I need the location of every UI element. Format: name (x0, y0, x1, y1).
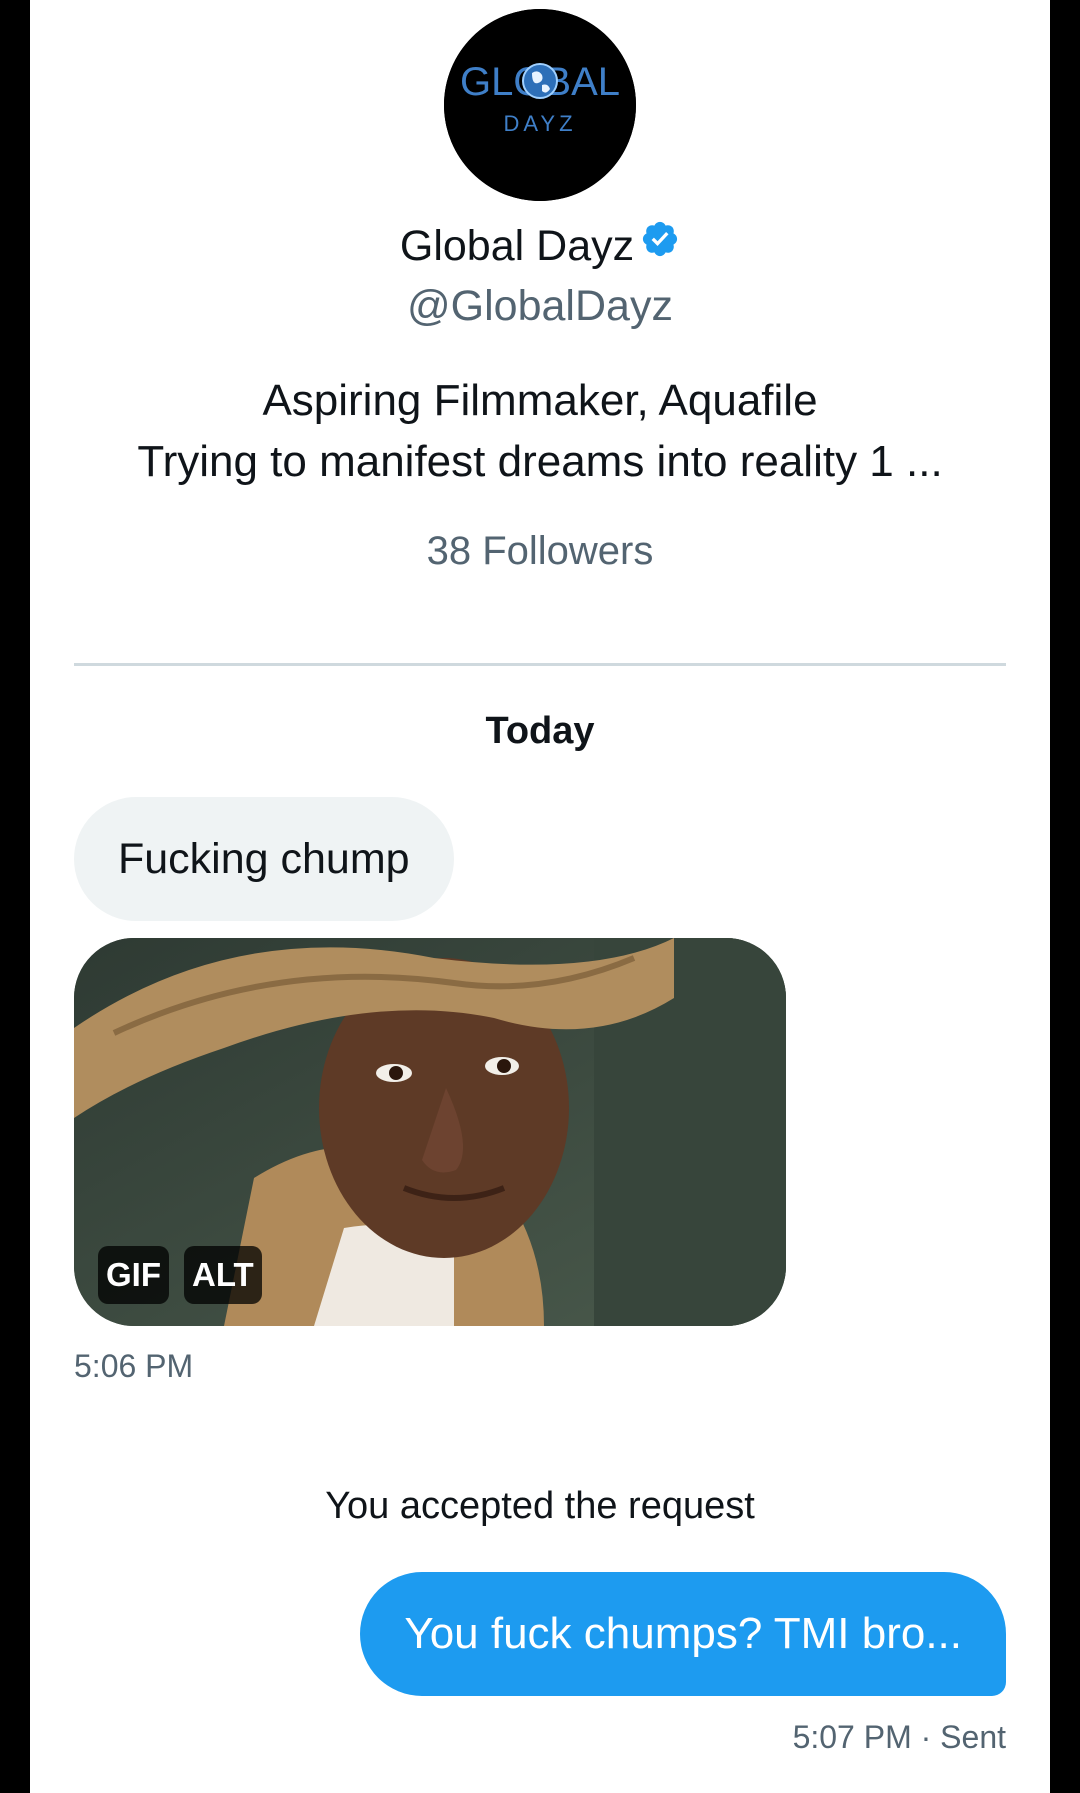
gif-image (74, 938, 786, 1326)
outgoing-status: 5:07 PM · Sent (792, 1719, 1006, 1755)
profile-name-row[interactable]: Global Dayz (30, 218, 1050, 274)
outgoing-message-bubble[interactable]: You fuck chumps? TMI bro... (360, 1572, 1006, 1696)
globe-icon (522, 63, 558, 99)
verified-badge-icon (640, 217, 680, 273)
bio-line-2: Trying to manifest dreams into reality 1… (137, 437, 943, 486)
logo-subtext: DAYZ (503, 111, 576, 136)
incoming-gif[interactable]: GIF ALT (74, 938, 786, 1326)
conversation-screen: GLOBAL DAYZ Global Dayz @GlobalDayz Aspi… (30, 0, 1050, 1793)
profile-divider (74, 663, 1006, 666)
bio-line-1: Aspiring Filmmaker, Aquafile (262, 376, 818, 425)
request-accepted-notice: You accepted the request (325, 1485, 755, 1527)
profile-bio: Aspiring Filmmaker, Aquafile Trying to m… (30, 370, 1050, 492)
alt-text-badge[interactable]: ALT (184, 1246, 262, 1304)
followers-count[interactable]: 38 Followers (30, 523, 1050, 579)
profile-name[interactable]: Global Dayz (400, 222, 634, 270)
day-separator: Today (485, 710, 595, 752)
gif-badge: GIF (98, 1246, 169, 1304)
incoming-timestamp: 5:06 PM (74, 1348, 194, 1384)
profile-avatar[interactable]: GLOBAL DAYZ (444, 9, 636, 201)
global-dayz-logo: GLOBAL DAYZ (444, 9, 636, 201)
incoming-message-bubble[interactable]: Fucking chump (74, 797, 454, 921)
profile-handle[interactable]: @GlobalDayz (30, 278, 1050, 334)
